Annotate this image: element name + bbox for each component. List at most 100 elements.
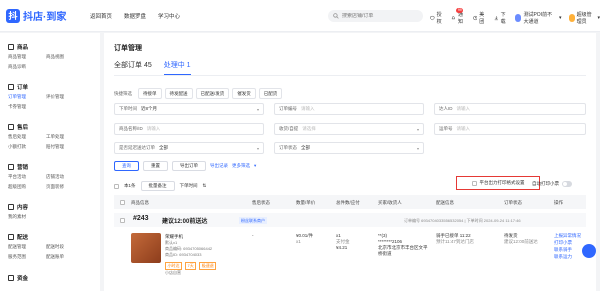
header-checkbox[interactable] (120, 199, 125, 205)
sort-dropdown[interactable]: 下单时间 (180, 183, 198, 189)
content-icon (8, 204, 14, 210)
page-title: 订单管理 (114, 45, 142, 52)
bell-icon (451, 16, 456, 20)
chip-prepared[interactable]: 已配货 (258, 88, 283, 99)
tab-processing[interactable]: 处理中 1 (163, 60, 191, 75)
query-button[interactable]: 查询 (114, 161, 139, 171)
product-shop: 小店自营 (165, 270, 181, 275)
print-receipt-link[interactable]: 打印小票 (554, 240, 572, 246)
select-all-label: 本1条 (124, 183, 136, 188)
sidebar-item-coupon[interactable]: 卡券管理 (8, 104, 26, 110)
chip-dispatched[interactable]: 已配送/发货 (195, 88, 230, 99)
nav-data-compass[interactable]: 数据罗盘 (124, 12, 146, 20)
col-actions: 操作 (554, 199, 563, 205)
chip-pending-accept[interactable]: 待接单 (138, 88, 162, 99)
aftersale-icon (8, 124, 14, 130)
batch-note-button[interactable]: 批量备注 (140, 181, 175, 191)
search-input[interactable] (342, 13, 422, 19)
top-nav: 返回首页 数据罗盘 学习中心 (90, 12, 180, 20)
order-deadline: 建议12:00前送达 (162, 219, 208, 225)
sidebar-item-delivery-bill[interactable]: 配送账单 (46, 254, 64, 260)
sidebar-group-label: 资金 (17, 276, 29, 282)
col-qty-price: 数量/单价 (296, 199, 316, 205)
sidebar-item-aftersale[interactable]: 售后处理 (8, 134, 26, 140)
schedule-action[interactable]: 美团 (472, 11, 487, 25)
sidebar-item-goods-manage[interactable]: 商品管理 (8, 54, 26, 60)
print-settings-label: 平台出力打印格式设置 (479, 180, 525, 185)
reset-button[interactable]: 重置 (143, 161, 168, 171)
select-all-checkbox[interactable] (114, 183, 119, 189)
store-selector[interactable]: 测试POI前不大通道 ▾ (515, 11, 562, 25)
sort-icon: ⇅ (202, 183, 207, 188)
field-label: 运单号 (439, 126, 453, 131)
sidebar-item-small-pay[interactable]: 小额打款 (8, 144, 26, 150)
main-panel: 订单管理 全部订单 45 处理中 1 快捷筛选 待接单 待发配送 已配送/发货 … (104, 33, 596, 291)
user-menu[interactable]: 超级管理员 ▾ (568, 11, 600, 25)
chevron-down-icon: ▾ (416, 126, 419, 132)
table-header: 商品信息 售后状态 数量/单价 总件数/应付 买家/收货人 配送信息 订单状态 … (114, 195, 586, 209)
goods-field[interactable]: 商品名称/ID 请输入 (114, 123, 264, 135)
brand-logo[interactable]: 抖 抖店·到家 (6, 8, 66, 23)
order-icon (8, 84, 14, 90)
quantity: x1 (296, 239, 301, 244)
user-avatar (568, 14, 575, 22)
nav-home[interactable]: 返回首页 (90, 12, 112, 20)
export-log-link[interactable]: 导出记录 (210, 163, 228, 169)
auto-print-toggle[interactable] (562, 181, 572, 187)
contact-rider-link[interactable]: 联系骑手 (554, 247, 572, 253)
more-filter-link[interactable]: 更多筛选 (232, 163, 250, 169)
col-total-pay: 总件数/应付 (336, 199, 360, 205)
field-label: 订单状态 (279, 145, 297, 150)
col-buyer: 买家/收货人 (378, 199, 402, 205)
sidebar-item-material[interactable]: 我的素材 (8, 214, 26, 220)
sidebar-item-page-decor[interactable]: 页面装修 (46, 184, 64, 190)
sidebar-group-content[interactable]: 内容 (8, 203, 28, 211)
contact-capacity-link[interactable]: 联系运力 (554, 254, 572, 260)
tab-all-orders[interactable]: 全部订单 45 (114, 60, 152, 70)
product-image[interactable] (131, 233, 161, 263)
ops-action[interactable]: 授权 (430, 11, 444, 25)
sidebar-item-group-buy[interactable]: 超级团购 (8, 184, 26, 190)
sidebar-item-delivery-manage[interactable]: 配送管理 (8, 244, 26, 250)
sidebar-group-goods[interactable]: 商品 (8, 43, 28, 51)
sidebar-item-compensation[interactable]: 赔付管理 (46, 144, 64, 150)
sidebar-item-goods-diagnose[interactable]: 商品诊断 (8, 64, 26, 70)
download-action[interactable]: 下载 (494, 11, 508, 25)
print-settings-button[interactable]: 平台出力打印格式设置 (456, 176, 540, 190)
sidebar-item-service-area[interactable]: 服务范围 (8, 254, 26, 260)
sidebar-group-delivery[interactable]: 配送 (8, 233, 28, 241)
delivery-no-field[interactable]: 运单号 请输入 (434, 123, 586, 135)
sidebar-group-label: 商品 (17, 45, 29, 51)
sidebar-item-ticket[interactable]: 工单处理 (46, 134, 64, 140)
field-value: 全部 (301, 145, 310, 150)
sidebar-item-goods-view[interactable]: 商品视图 (46, 54, 64, 60)
sidebar-group-aftersale[interactable]: 售后 (8, 123, 28, 131)
sidebar-item-delivery-period[interactable]: 配送时段 (46, 244, 64, 250)
report-exception-link[interactable]: 上报异常情况 (554, 233, 581, 239)
order-status-field[interactable]: 订单状态 全部 ▾ (274, 142, 424, 154)
nav-learning-center[interactable]: 学习中心 (158, 12, 180, 20)
order-meta: 订单编号 6934704033556532054 | 下单时间 2024-09-… (404, 218, 521, 223)
order-no-field[interactable]: 订单编号 请输入 (274, 103, 424, 115)
global-search[interactable] (328, 10, 423, 22)
schedule-label: 美团 (479, 12, 485, 25)
chip-urge[interactable]: 催发货 (232, 88, 256, 99)
sidebar-item-store-activity[interactable]: 店铺活动 (46, 174, 64, 180)
notice-action[interactable]: 99 通知 (451, 8, 465, 25)
export-button[interactable]: 导出订单 (172, 161, 206, 171)
chat-icon[interactable] (582, 244, 596, 258)
download-icon (494, 16, 498, 21)
field-label: 达人ID (439, 106, 453, 111)
buyer-id-field[interactable]: 达人ID 请输入 (434, 103, 586, 115)
sidebar-group-marketing[interactable]: 营销 (8, 163, 28, 171)
order-time-field[interactable]: 下单时间 近8个月 ▾ (114, 103, 264, 115)
chip-pending-dispatch[interactable]: 待发配送 (164, 88, 193, 99)
sidebar-item-order-manage[interactable]: 订单管理 (8, 94, 26, 100)
sidebar-group-funds[interactable]: 资金 (8, 274, 28, 282)
order-checkbox[interactable] (120, 217, 125, 223)
sidebar-item-review[interactable]: 评价管理 (46, 94, 64, 100)
delay-field[interactable]: 是否延迟送达订单 全部 ▾ (114, 142, 264, 154)
sidebar-group-order[interactable]: 订单 (8, 83, 28, 91)
sidebar-item-platform-activity[interactable]: 平台活动 (8, 174, 26, 180)
receiver-field[interactable]: 收货/自提 请选择 ▾ (274, 123, 424, 135)
